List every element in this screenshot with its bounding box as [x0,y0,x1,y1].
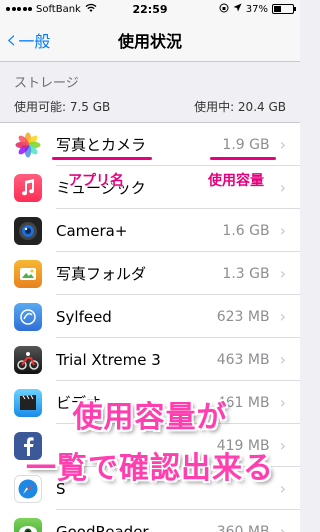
signal-icon [6,7,32,11]
app-size: 360 MB [216,523,270,532]
chevron-right-icon: › [279,178,286,197]
app-size: 1.3 GB [222,265,270,282]
chevron-right-icon: › [279,522,286,532]
app-name: Camera+ [56,221,128,240]
status-right: 37% [184,3,296,16]
storage-used: 使用中: 20.4 GB [194,100,286,114]
chevron-left-icon: ‹ [6,24,17,55]
usage-underline [210,157,276,160]
app-size: 463 MB [216,351,270,368]
overlay-caption-line2: 一覧で確認出来る [26,451,274,486]
status-bar: SoftBank 22:59 37% [0,0,300,18]
chevron-right-icon: › [279,135,286,154]
storage-available: 使用可能: 7.5 GB [14,100,111,114]
app-size: 1.9 GB [222,136,270,153]
photo-folder-icon [14,259,42,288]
app-row[interactable]: Camera+ 1.6 GB › [0,209,300,252]
rotation-lock-icon [219,3,229,16]
app-name-annotation: アプリ名 [68,173,124,189]
app-name: Sylfeed [56,307,112,326]
photos-icon [14,130,42,159]
app-name: GoodReader [56,522,149,532]
wifi-icon [85,3,97,16]
app-size: 1.6 GB [222,222,270,239]
status-left: SoftBank [6,3,116,16]
app-name: Trial Xtreme 3 [56,350,161,369]
app-name-underline [52,157,152,160]
chevron-right-icon: › [279,350,286,369]
usage-annotation: 使用容量 [208,173,264,189]
carrier-name: SoftBank [36,3,81,15]
sylfeed-icon [14,302,42,331]
navigation-bar: ‹ 一般 使用状況 [0,18,300,62]
chevron-right-icon: › [279,307,286,326]
status-time: 22:59 [132,2,168,16]
chevron-right-icon: › [279,264,286,283]
trial-xtreme-icon [14,345,42,374]
app-size: 623 MB [216,308,270,325]
battery-percent: 37% [245,3,268,15]
location-icon [233,3,242,15]
battery-icon [272,4,296,14]
storage-summary: 使用可能: 7.5 GB 使用中: 20.4 GB [14,98,286,115]
chevron-right-icon: › [279,221,286,240]
goodreader-icon [14,517,42,532]
app-row[interactable]: 写真フォルダ 1.3 GB › [0,252,300,295]
overlay-caption-line1: 使用容量が [72,400,228,435]
camera-plus-icon [14,216,42,245]
app-row[interactable]: GoodReader 360 MB › [0,510,300,532]
app-row[interactable]: Trial Xtreme 3 463 MB › [0,338,300,381]
back-button[interactable]: ‹ 一般 [0,27,80,53]
app-row[interactable]: Sylfeed 623 MB › [0,295,300,338]
music-icon [14,173,42,202]
back-label: 一般 [18,31,51,51]
storage-header: ストレージ [14,76,79,91]
app-name: 写真とカメラ [56,136,147,154]
app-name: 写真フォルダ [56,265,147,283]
